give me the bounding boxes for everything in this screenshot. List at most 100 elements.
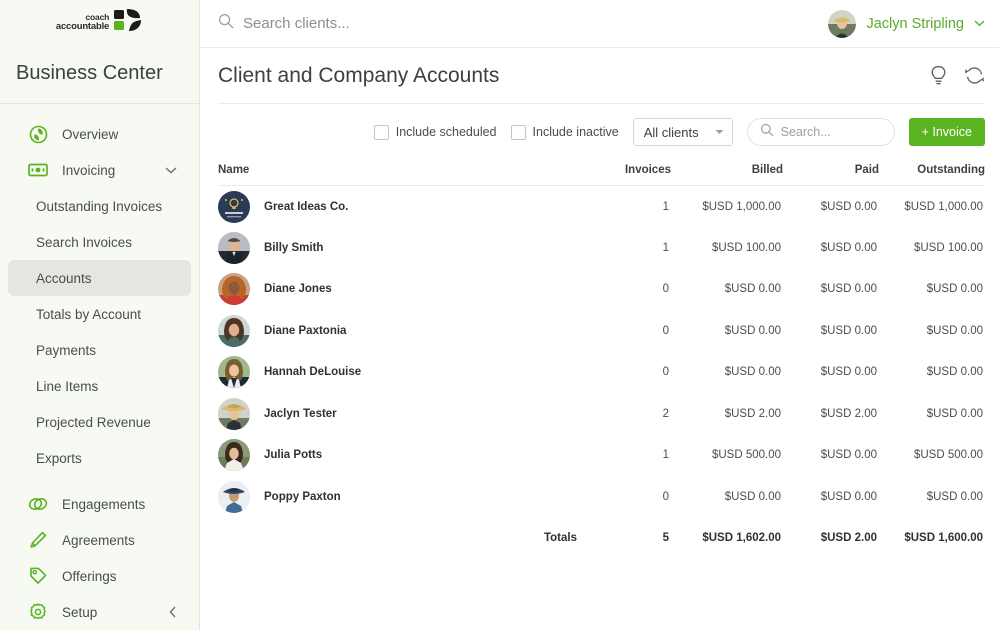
sidebar-item-label: Setup — [62, 604, 98, 620]
cell-invoices: 1 — [662, 449, 669, 462]
sidebar-item-search-invoices[interactable]: Search Invoices — [8, 224, 191, 260]
page-header: Client and Company Accounts — [200, 48, 999, 103]
sidebar-item-invoicing[interactable]: Invoicing — [8, 152, 191, 188]
cell-outstanding: $USD 100.00 — [913, 241, 983, 254]
cell-invoices: 0 — [662, 490, 669, 503]
sidebar-item-line-items[interactable]: Line Items — [8, 368, 191, 404]
sidebar-item-setup[interactable]: Setup — [8, 594, 191, 630]
avatar — [218, 439, 250, 472]
table-row[interactable]: Billy Smith 1 $USD 100.00 $USD 0.00 $USD 100… — [218, 227, 985, 269]
sidebar-item-outstanding-invoices[interactable]: Outstanding Invoices — [8, 188, 191, 224]
column-header-billed[interactable]: Billed — [671, 160, 783, 186]
table-row[interactable]: Jaclyn Tester 2 $USD 2.00 $USD 2.00 $USD 0.0… — [218, 393, 985, 435]
table-row[interactable]: Diane Jones 0 $USD 0.00 $USD 0.00 $USD 0.00 — [218, 269, 985, 311]
nav-divider — [0, 476, 199, 486]
brand-logo[interactable]: coach accountable — [0, 0, 199, 45]
cell-name[interactable]: Diane Jones — [218, 269, 593, 311]
client-filter-select[interactable]: All clients — [632, 118, 733, 146]
search-icon — [218, 13, 234, 34]
avatar — [218, 356, 250, 389]
lightbulb-icon[interactable] — [929, 65, 948, 86]
cell-name[interactable]: Billy Smith — [218, 227, 593, 269]
cell-paid: $USD 0.00 — [820, 490, 877, 503]
cell-name[interactable]: Jaclyn Tester — [218, 393, 593, 435]
client-search-placeholder: Search clients... — [243, 15, 350, 32]
avatar — [218, 273, 250, 306]
avatar — [828, 9, 857, 38]
add-invoice-button[interactable]: + Invoice — [908, 118, 985, 146]
sidebar-item-totals-by-account[interactable]: Totals by Account — [8, 296, 191, 332]
column-header-paid[interactable]: Paid — [783, 160, 879, 186]
account-name: Julia Potts — [264, 449, 323, 462]
account-name: Billy Smith — [264, 241, 324, 254]
cell-outstanding: $USD 0.00 — [926, 366, 983, 379]
totals-row: Totals 5 $USD 1,602.00 $USD 2.00 $USD 1,600.… — [218, 518, 985, 558]
sidebar-item-label: Payments — [36, 342, 97, 358]
table-row[interactable]: Great Ideas Co. 1 $USD 1,000.00 $USD 0.00 $U… — [218, 186, 985, 228]
column-header-name[interactable]: Name — [218, 160, 593, 186]
sidebar-item-label: Search Invoices — [36, 234, 133, 250]
user-menu[interactable]: Jaclyn Stripling — [828, 9, 985, 38]
sidebar-item-label: Invoicing — [62, 162, 116, 178]
column-header-outstanding[interactable]: Outstanding — [879, 160, 985, 186]
include-scheduled-checkbox[interactable]: Include scheduled — [373, 124, 497, 140]
client-filter-value: All clients — [643, 124, 699, 140]
logo-line-2: accountable — [55, 20, 110, 32]
avatar — [218, 190, 250, 223]
totals-invoices: 5 — [662, 531, 669, 544]
table-row[interactable]: Julia Potts 1 $USD 500.00 $USD 0.00 $USD 500… — [218, 435, 985, 477]
sidebar-item-exports[interactable]: Exports — [8, 440, 191, 476]
main-area: Search clients... Jaclyn Stripling Clien… — [200, 0, 999, 630]
chevron-down-icon[interactable] — [165, 166, 177, 174]
client-search-input[interactable]: Search clients... — [218, 13, 828, 34]
cell-paid: $USD 2.00 — [820, 407, 877, 420]
table-header-row: Name Invoices Billed Paid Outstanding — [218, 160, 985, 186]
table-search-input[interactable]: Search... — [746, 118, 895, 146]
cell-invoices: 2 — [662, 407, 669, 420]
cell-name[interactable]: Hannah DeLouise — [218, 352, 593, 394]
sidebar-item-offerings[interactable]: Offerings — [8, 558, 191, 594]
cell-invoices: 0 — [662, 366, 669, 379]
avatar — [218, 397, 250, 430]
offerings-tag-icon — [28, 566, 48, 586]
account-name: Diane Paxtonia — [264, 324, 347, 337]
sidebar-item-payments[interactable]: Payments — [8, 332, 191, 368]
cell-name[interactable]: Great Ideas Co. — [218, 186, 593, 228]
sidebar-item-overview[interactable]: Overview — [8, 116, 191, 152]
table-row[interactable]: Hannah DeLouise 0 $USD 0.00 $USD 0.00 $USD 0… — [218, 352, 985, 394]
table-row[interactable]: Diane Paxtonia 0 $USD 0.00 $USD 0.00 $USD 0.… — [218, 310, 985, 352]
cell-name[interactable]: Julia Potts — [218, 435, 593, 477]
cell-billed: $USD 500.00 — [711, 449, 781, 462]
search-icon — [760, 123, 774, 142]
sidebar-item-label: Line Items — [36, 378, 99, 394]
totals-label: Totals — [543, 531, 577, 544]
sidebar-item-agreements[interactable]: Agreements — [8, 522, 191, 558]
cell-name[interactable]: Poppy Paxton — [218, 476, 593, 518]
cell-paid: $USD 0.00 — [820, 449, 877, 462]
sidebar-item-label: Outstanding Invoices — [36, 198, 163, 214]
sidebar-item-label: Totals by Account — [36, 306, 142, 322]
cell-paid: $USD 0.00 — [820, 324, 877, 337]
include-inactive-label: Include inactive — [532, 125, 619, 139]
refresh-icon[interactable] — [964, 66, 985, 85]
include-inactive-checkbox[interactable]: Include inactive — [510, 124, 619, 140]
cell-invoices: 0 — [662, 283, 669, 296]
avatar — [218, 314, 250, 347]
engagements-rings-icon — [28, 494, 48, 514]
sidebar-item-projected-revenue[interactable]: Projected Revenue — [8, 404, 191, 440]
include-scheduled-label: Include scheduled — [395, 125, 497, 139]
chevron-down-icon — [715, 127, 724, 137]
cell-outstanding: $USD 0.00 — [926, 407, 983, 420]
overview-leaf-icon — [28, 124, 48, 144]
table-row[interactable]: Poppy Paxton 0 $USD 0.00 $USD 0.00 $USD 0.00 — [218, 476, 985, 518]
cell-billed: $USD 0.00 — [724, 324, 781, 337]
sidebar-item-engagements[interactable]: Engagements — [8, 486, 191, 522]
checkbox-box — [510, 124, 526, 140]
cell-name[interactable]: Diane Paxtonia — [218, 310, 593, 352]
avatar — [218, 231, 250, 264]
column-header-invoices[interactable]: Invoices — [593, 160, 671, 186]
sidebar-item-accounts[interactable]: Accounts — [8, 260, 191, 296]
collapse-sidebar-icon[interactable] — [169, 606, 177, 618]
account-name: Great Ideas Co. — [264, 200, 349, 213]
sidebar-item-label: Accounts — [36, 270, 92, 286]
